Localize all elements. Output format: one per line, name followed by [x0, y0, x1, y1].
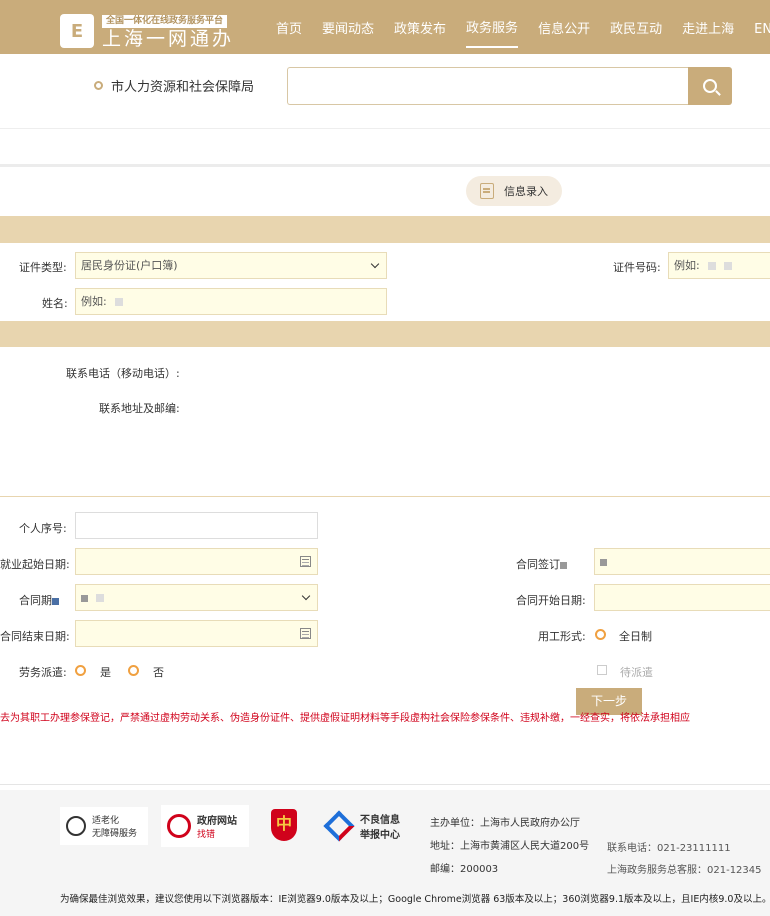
location-pin-icon	[94, 81, 103, 90]
footer-address: 地址：上海市黄浦区人民大道200号	[430, 841, 590, 852]
divider	[0, 128, 770, 129]
contract-term-label: 合同期	[19, 592, 59, 608]
redacted-mark	[81, 594, 88, 602]
checkbox-pending-dispatch[interactable]	[597, 665, 607, 675]
footer-postcode: 邮编：200003	[430, 864, 499, 875]
personal-no-label: 个人序号:	[19, 522, 67, 535]
main-nav: 首页 要闻动态 政策发布 政务服务 信息公开 政民互动 走进上海 EN	[276, 0, 770, 54]
department-selector[interactable]: 市人力资源和社会保障局	[94, 76, 254, 95]
logo-emblem-icon: E	[60, 14, 94, 48]
logo-text: 全国一体化在线政务服务平台 上海一网通办	[102, 12, 234, 50]
calendar-icon	[300, 556, 311, 567]
search-input[interactable]	[287, 67, 689, 105]
contract-sign-select[interactable]	[594, 548, 770, 575]
calendar-icon	[300, 628, 311, 639]
top-header: E 全国一体化在线政务服务平台 上海一网通办 首页 要闻动态 政策发布 政务服务…	[0, 0, 770, 54]
step-info-entry: 信息录入	[466, 176, 562, 206]
dispatch-yes-label: 是	[100, 666, 111, 679]
section-band	[0, 164, 770, 167]
dispatch-label: 劳务派遣:	[19, 666, 67, 679]
divider	[0, 784, 770, 785]
id-number-label: 证件号码:	[613, 261, 661, 274]
redacted-mark	[707, 262, 716, 270]
redacted-mark	[96, 594, 104, 602]
redacted-mark	[560, 561, 567, 569]
contract-start-date[interactable]	[594, 584, 770, 611]
contract-sign-label: 合同签订	[516, 556, 567, 572]
employment-start-label: 就业起始日期:	[0, 558, 70, 571]
section-header-contact	[0, 321, 770, 347]
nav-services[interactable]: 政务服务	[466, 0, 519, 48]
accessibility-service-link[interactable]: 适老化 无障碍服务	[60, 807, 148, 845]
name-placeholder: 例如:	[81, 295, 107, 308]
name-label: 姓名:	[42, 297, 68, 310]
nav-interaction[interactable]: 政民互动	[610, 0, 662, 54]
logo4-line1: 不良信息	[360, 815, 400, 826]
chevron-down-icon	[370, 259, 380, 269]
redacted-mark	[600, 558, 607, 566]
shield-emblem-icon: 中	[271, 809, 297, 841]
employment-start-date[interactable]	[75, 548, 318, 575]
logo2-line1: 政府网站	[197, 816, 237, 827]
search-button[interactable]	[688, 67, 732, 105]
id-type-select[interactable]: 居民身份证(户口簿)	[75, 252, 387, 279]
document-edit-icon	[480, 183, 494, 199]
contract-end-label: 合同结束日期:	[0, 630, 70, 643]
step-label: 信息录入	[504, 185, 548, 198]
radio-dispatch-no[interactable]	[128, 665, 139, 676]
redacted-mark	[723, 262, 732, 270]
section-header-identity	[0, 216, 770, 243]
bad-info-report-link[interactable]: 不良信息 举报中心	[323, 810, 408, 842]
footer-phone: 联系电话：021-23111111	[607, 843, 731, 854]
contract-end-date[interactable]	[75, 620, 318, 647]
pending-dispatch-label: 待派遣	[620, 666, 653, 679]
id-number-input[interactable]: 例如:	[668, 252, 770, 279]
footer-hotline: 上海政务服务总客服：021-12345	[607, 865, 762, 876]
party-emblem-link[interactable]: 中	[271, 808, 301, 842]
search-icon	[703, 79, 717, 93]
personal-no-input[interactable]	[75, 512, 318, 539]
chevron-down-icon	[301, 591, 311, 601]
contract-term-select[interactable]	[75, 584, 318, 611]
logo-title: 上海一网通办	[102, 28, 235, 50]
divider	[0, 496, 770, 497]
work-form-option: 全日制	[619, 630, 652, 643]
department-name: 市人力资源和社会保障局	[111, 80, 255, 95]
dispatch-no-label: 否	[153, 666, 164, 679]
gov-site-error-report-link[interactable]: 政府网站 找错	[161, 805, 249, 847]
logo2-line2: 找错	[197, 830, 216, 840]
radio-full-time[interactable]	[595, 629, 606, 640]
nav-english[interactable]: EN	[754, 0, 770, 54]
logo4-line2: 举报中心	[360, 830, 400, 841]
report-center-icon	[323, 810, 355, 842]
logo1-line1: 适老化	[92, 816, 120, 826]
id-type-value: 居民身份证(户口簿)	[81, 259, 178, 272]
id-type-label: 证件类型:	[19, 261, 67, 274]
redacted-mark	[52, 597, 59, 605]
address-label: 联系地址及邮编:	[99, 402, 180, 415]
warning-text: 去为其职工办理参保登记，严禁通过虚构劳动关系、伪造身份证件、提供虚假证明材料等手…	[0, 713, 690, 724]
logo1-line2: 无障碍服务	[92, 829, 138, 839]
magnifier-icon	[167, 814, 191, 838]
site-logo[interactable]: E 全国一体化在线政务服务平台 上海一网通办	[60, 12, 234, 50]
contract-start-label: 合同开始日期:	[516, 594, 586, 607]
nav-home[interactable]: 首页	[276, 0, 302, 54]
phone-label: 联系电话（移动电话）:	[66, 367, 180, 380]
logo-subtitle: 全国一体化在线政务服务平台	[102, 15, 228, 28]
name-input[interactable]: 例如:	[75, 288, 387, 315]
nav-news[interactable]: 要闻动态	[322, 0, 374, 54]
id-number-placeholder: 例如:	[674, 259, 700, 272]
work-form-label: 用工形式:	[538, 630, 586, 643]
nav-info[interactable]: 信息公开	[538, 0, 590, 54]
radio-dispatch-yes[interactable]	[75, 665, 86, 676]
nav-policy[interactable]: 政策发布	[394, 0, 446, 54]
browser-note: 为确保最佳浏览效果，建议您使用以下浏览器版本：IE浏览器9.0版本及以上；Goo…	[60, 894, 770, 905]
redacted-mark	[114, 298, 123, 306]
footer-sponsor: 主办单位：上海市人民政府办公厅	[430, 818, 580, 829]
wheelchair-icon	[66, 816, 86, 836]
nav-about[interactable]: 走进上海	[682, 0, 734, 54]
